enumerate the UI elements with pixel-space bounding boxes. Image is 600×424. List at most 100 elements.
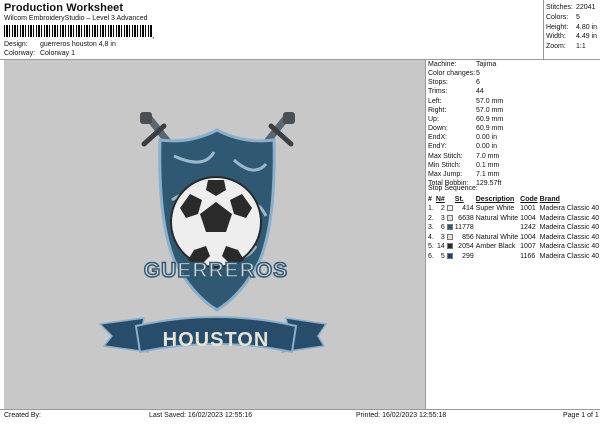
color-swatch xyxy=(446,224,453,231)
table-row: 4. 3 856 Natural White 1004 Madeira Classic 4… xyxy=(428,233,600,243)
stat-zoom: Zoom: 1:1 xyxy=(546,43,586,51)
row-stitches: 414 xyxy=(462,205,474,213)
row-code: 1242 xyxy=(520,224,536,232)
table-row: 3. 6 11778 1242 Madeira Classic 40 xyxy=(428,223,600,233)
info-left: Left: 57.0 mm xyxy=(428,97,504,105)
row-description: Natural White xyxy=(475,233,519,241)
color-swatch xyxy=(446,205,453,212)
stats-divider xyxy=(543,0,544,59)
software-subtitle: Wilcom EmbroideryStudio – Level 3 Advanc… xyxy=(4,15,148,22)
stop-sequence-heading: Stop Sequence: xyxy=(428,185,478,192)
row-description: Natural White xyxy=(475,214,519,222)
table-row: 1. 2 414 Super White 1001 Madeira Classic 40 xyxy=(428,204,600,214)
col-stitches: St. xyxy=(454,196,464,203)
barcode-image xyxy=(4,25,152,37)
info-down: Down: 60.9 mm xyxy=(428,125,504,133)
row-brand: Madeira Classic 40 xyxy=(539,243,600,251)
row-description xyxy=(476,223,520,233)
color-swatch xyxy=(446,214,453,221)
colorway-row: Colorway: Colorway 1 xyxy=(4,50,75,57)
row-code: 1004 xyxy=(520,214,536,222)
info-color-changes: Color changes:5 xyxy=(428,70,480,78)
row-swatch xyxy=(446,204,455,214)
embroidery-design: GUERREROS HOUSTON xyxy=(98,112,328,354)
panel-divider xyxy=(425,59,426,409)
row-swatch xyxy=(446,242,455,252)
created-by: Created By: xyxy=(4,412,41,419)
info-endy: EndY: 0.00 in xyxy=(428,143,498,151)
table-header-row: # N# St. Description Code Brand xyxy=(428,195,600,204)
info-up: Up: 60.9 mm xyxy=(428,115,504,123)
row-needle: 14 xyxy=(437,243,445,251)
row-code: 1166 xyxy=(520,252,536,260)
colorway-value: Colorway 1 xyxy=(39,50,75,57)
stop-sequence-table: # N# St. Description Code Brand 1. 2 414 Su… xyxy=(428,195,600,261)
design-row: Design: guerreros houston 4,8 in xyxy=(4,41,116,48)
row-brand: Madeira Classic 40 xyxy=(539,233,600,241)
row-needle: 5 xyxy=(440,252,445,260)
row-swatch xyxy=(446,214,455,224)
row-stitches: 2054 xyxy=(458,243,474,251)
row-brand: Madeira Classic 40 xyxy=(539,205,600,213)
row-index: 4. xyxy=(428,233,434,241)
row-description: Amber Black xyxy=(475,243,516,251)
banner-text: HOUSTON xyxy=(163,329,270,351)
row-brand: Madeira Classic 40 xyxy=(539,214,600,222)
barcode-tail: , xyxy=(152,31,155,40)
soccer-ball xyxy=(170,176,262,268)
last-saved: Last Saved: 16/02/2023 12:55:16 xyxy=(149,412,253,419)
col-description: Description xyxy=(475,196,515,203)
row-code: 1007 xyxy=(520,243,536,251)
row-needle: 3 xyxy=(440,233,445,241)
row-swatch xyxy=(446,252,455,262)
row-brand: Madeira Classic 40 xyxy=(539,252,600,260)
color-swatch xyxy=(446,233,453,240)
stat-height: Height: 4.80 in xyxy=(546,23,598,31)
table-row: 6. 5 299 1166 Madeira Classic 40 xyxy=(428,252,600,262)
col-swatch xyxy=(447,195,455,204)
row-code: 1001 xyxy=(520,205,536,213)
row-brand: Madeira Classic 40 xyxy=(539,224,600,232)
stat-width: Width: 4.49 in xyxy=(546,33,598,41)
row-description: Super White xyxy=(475,205,515,213)
row-description xyxy=(476,252,520,262)
row-index: 5. xyxy=(428,243,434,251)
info-endx: EndX: 0.00 in xyxy=(428,134,498,142)
stat-colors: Colors: 5 xyxy=(546,13,580,21)
worksheet-page: Production Worksheet Wilcom EmbroiderySt… xyxy=(0,0,600,424)
info-machine: Machine: Tajima xyxy=(428,61,497,68)
col-needle: N# xyxy=(435,196,445,203)
info-stops: Stops: 6 xyxy=(428,79,480,87)
row-swatch xyxy=(446,233,455,243)
row-stitches: 6638 xyxy=(458,214,474,222)
row-index: 2. xyxy=(428,214,434,222)
crest-text: GUERREROS xyxy=(144,259,288,282)
design-label: Design: xyxy=(4,41,28,48)
page-title: Production Worksheet xyxy=(4,2,124,14)
table-row: 5. 14 2054 Amber Black 1007 Madeira Classic 4… xyxy=(428,242,600,252)
info-max-jump: Max Jump: 7.1 mm xyxy=(428,170,500,178)
col-index: # xyxy=(428,196,432,203)
page-number: Page 1 of 1 xyxy=(563,412,599,419)
row-swatch xyxy=(446,223,455,233)
row-code: 1004 xyxy=(520,233,536,241)
table-row: 2. 3 6638 Natural White 1004 Madeira Classic … xyxy=(428,214,600,224)
stat-stitches: Stitches: 22041 xyxy=(546,4,596,11)
row-needle: 6 xyxy=(440,224,445,232)
row-needle: 2 xyxy=(440,205,445,213)
design-preview: GUERREROS HOUSTON xyxy=(4,60,425,410)
col-brand: Brand xyxy=(539,196,560,203)
row-index: 3. xyxy=(428,224,434,232)
info-trims: Trims: 44 xyxy=(428,88,484,96)
col-code: Code xyxy=(520,196,538,203)
row-stitches: 856 xyxy=(462,233,474,241)
stats-panel: Stitches: 22041 Colors: 5 Height: 4.80 in W… xyxy=(546,3,597,52)
colorway-label: Colorway: xyxy=(4,50,36,57)
info-right: Right: 57.0 mm xyxy=(428,106,504,114)
info-max-stitch: Max Stitch: 7.0 mm xyxy=(428,152,500,160)
row-index: 6. xyxy=(428,252,434,260)
row-stitches: 11778 xyxy=(454,224,474,232)
row-stitches: 299 xyxy=(462,252,474,260)
row-needle: 3 xyxy=(440,214,445,222)
printed-date: Printed: 16/02/2023 12:55:18 xyxy=(356,412,447,419)
